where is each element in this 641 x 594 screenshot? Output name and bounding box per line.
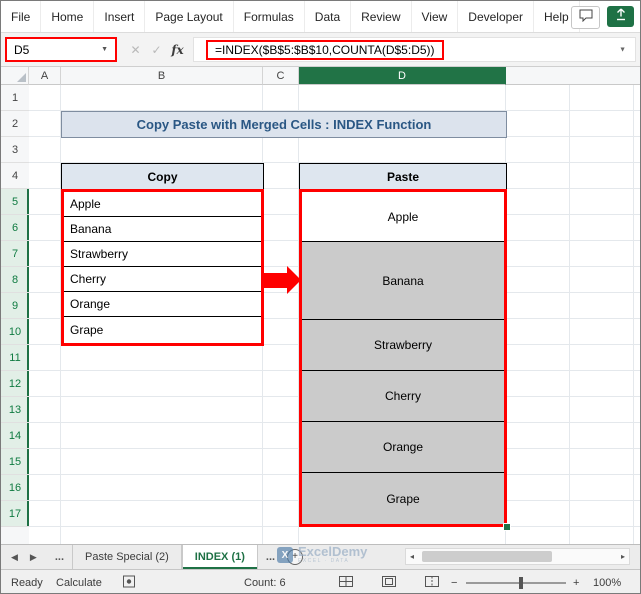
worksheet-title-cell[interactable]: Copy Paste with Merged Cells : INDEX Fun… bbox=[61, 111, 507, 138]
row-header-gutter: 1 2 3 4 5 6 7 8 9 10 11 12 13 14 15 16 1… bbox=[1, 85, 29, 544]
column-header-b[interactable]: B bbox=[61, 67, 263, 85]
row-header-11[interactable]: 11 bbox=[1, 345, 29, 371]
status-calculate: Calculate bbox=[56, 576, 102, 589]
zoom-slider-thumb[interactable] bbox=[519, 577, 523, 589]
enter-icon[interactable]: ✓ bbox=[146, 43, 167, 57]
paste-range-red-annotation: Apple Banana Strawberry Cherry Orange Gr… bbox=[299, 189, 507, 527]
row-header-4[interactable]: 4 bbox=[1, 163, 29, 189]
new-sheet-button[interactable]: + bbox=[287, 545, 304, 569]
gridline-vertical bbox=[569, 85, 570, 544]
sheet-tabs-overflow-left[interactable]: ... bbox=[47, 545, 72, 569]
row-header-17[interactable]: 17 bbox=[1, 501, 29, 527]
zoom-in-button[interactable]: + bbox=[573, 577, 579, 589]
row-header-1[interactable]: 1 bbox=[1, 85, 29, 111]
formula-bar-expand-chevron-icon[interactable]: ▼ bbox=[619, 46, 626, 53]
ribbon-tab-file[interactable]: File bbox=[1, 1, 42, 32]
row-header-13[interactable]: 13 bbox=[1, 397, 29, 423]
plus-icon: + bbox=[287, 549, 304, 565]
zoom-out-button[interactable]: − bbox=[451, 577, 457, 589]
merged-cell-d10[interactable]: Strawberry bbox=[302, 320, 504, 371]
cell-b8[interactable]: Cherry bbox=[64, 267, 261, 292]
name-box-value: D5 bbox=[14, 42, 30, 57]
ribbon-tab-page-layout[interactable]: Page Layout bbox=[145, 1, 234, 32]
ribbon-tab-developer[interactable]: Developer bbox=[458, 1, 534, 32]
red-arrow-annotation bbox=[264, 273, 287, 288]
ribbon-tab-view[interactable]: View bbox=[412, 1, 459, 32]
name-box-chevron-down-icon[interactable]: ▼ bbox=[101, 46, 108, 53]
column-header-blank bbox=[506, 67, 640, 85]
row-header-14[interactable]: 14 bbox=[1, 423, 29, 449]
ribbon-tab-home[interactable]: Home bbox=[41, 1, 95, 32]
copy-table-header-cell[interactable]: Copy bbox=[61, 163, 264, 190]
merged-cell-d7[interactable]: Banana bbox=[302, 242, 504, 320]
sheet-tabs-overflow-right[interactable]: ... bbox=[258, 545, 283, 569]
column-header-a[interactable]: A bbox=[29, 67, 61, 85]
row-header-5[interactable]: 5 bbox=[1, 189, 29, 215]
sheet-nav-prev-icon[interactable]: ◀ bbox=[11, 552, 18, 563]
fill-handle[interactable] bbox=[503, 523, 511, 531]
status-mode: Ready bbox=[11, 576, 43, 589]
row-header-2[interactable]: 2 bbox=[1, 111, 29, 137]
merged-cell-d5-active[interactable]: Apple bbox=[302, 192, 504, 242]
formula-bar: D5 ▼ ✕ ✓ fx =INDEX($B$5:$B$10,COUNTA(D$5… bbox=[1, 33, 640, 67]
worksheet-grid: A B C D 1 2 3 4 5 6 7 8 9 10 11 12 13 14… bbox=[1, 67, 640, 544]
view-page-break-icon[interactable] bbox=[425, 575, 439, 590]
scroll-left-icon[interactable]: ◂ bbox=[410, 552, 414, 561]
sheet-nav-next-icon[interactable]: ▶ bbox=[30, 552, 37, 563]
merged-cell-d14[interactable]: Orange bbox=[302, 422, 504, 473]
view-normal-icon[interactable] bbox=[339, 575, 353, 590]
scrollbar-thumb[interactable] bbox=[422, 551, 552, 562]
cell-b10[interactable]: Grape bbox=[64, 317, 261, 342]
comments-button[interactable] bbox=[571, 6, 600, 29]
excel-window: File Home Insert Page Layout Formulas Da… bbox=[0, 0, 641, 594]
macro-record-icon[interactable] bbox=[123, 575, 135, 590]
name-box[interactable]: D5 ▼ bbox=[5, 37, 117, 62]
cell-b6[interactable]: Banana bbox=[64, 217, 261, 242]
cell-b7[interactable]: Strawberry bbox=[64, 242, 261, 267]
ribbon-tab-bar: File Home Insert Page Layout Formulas Da… bbox=[1, 1, 640, 33]
sheet-tab-paste-special-2[interactable]: Paste Special (2) bbox=[72, 545, 182, 569]
status-count: Count: 6 bbox=[244, 576, 286, 589]
copy-range-red-annotation: Apple Banana Strawberry Cherry Orange Gr… bbox=[61, 189, 264, 346]
scroll-right-icon[interactable]: ▸ bbox=[621, 552, 625, 561]
column-header-c[interactable]: C bbox=[263, 67, 299, 85]
cell-b9[interactable]: Orange bbox=[64, 292, 261, 317]
row-header-6[interactable]: 6 bbox=[1, 215, 29, 241]
ribbon-tab-data[interactable]: Data bbox=[305, 1, 352, 32]
cancel-icon[interactable]: ✕ bbox=[125, 43, 146, 57]
sheet-tab-index-1-active[interactable]: INDEX (1) bbox=[181, 545, 258, 569]
select-all-triangle-icon bbox=[17, 73, 26, 82]
row-header-9[interactable]: 9 bbox=[1, 293, 29, 319]
gridline-vertical bbox=[633, 85, 634, 544]
insert-function-icon[interactable]: fx bbox=[167, 43, 188, 57]
select-all-corner[interactable] bbox=[1, 67, 29, 85]
row-header-16[interactable]: 16 bbox=[1, 475, 29, 501]
view-page-layout-icon[interactable] bbox=[382, 575, 396, 590]
formula-bar-buttons: ✕ ✓ fx bbox=[125, 37, 188, 62]
share-button[interactable] bbox=[607, 6, 634, 27]
ribbon-tab-review[interactable]: Review bbox=[351, 1, 412, 32]
row-header-3[interactable]: 3 bbox=[1, 137, 29, 163]
merged-cell-d16[interactable]: Grape bbox=[302, 473, 504, 524]
row-header-12[interactable]: 12 bbox=[1, 371, 29, 397]
speech-bubble-icon bbox=[579, 9, 593, 27]
formula-input[interactable]: =INDEX($B$5:$B$10,COUNTA(D$5:D5)) ▼ bbox=[193, 37, 636, 62]
share-up-arrow-icon bbox=[615, 8, 627, 26]
ribbon-tab-formulas[interactable]: Formulas bbox=[234, 1, 305, 32]
zoom-slider-track[interactable] bbox=[466, 582, 566, 584]
formula-text: =INDEX($B$5:$B$10,COUNTA(D$5:D5)) bbox=[206, 39, 444, 60]
column-header-d-selected[interactable]: D bbox=[299, 67, 506, 85]
ribbon-tab-insert[interactable]: Insert bbox=[94, 1, 146, 32]
row-header-10[interactable]: 10 bbox=[1, 319, 29, 345]
row-header-15[interactable]: 15 bbox=[1, 449, 29, 475]
row-header-7[interactable]: 7 bbox=[1, 241, 29, 267]
zoom-level[interactable]: 100% bbox=[593, 577, 621, 589]
status-bar: Ready Calculate Count: 6 − + 100% bbox=[1, 569, 640, 593]
paste-table-header-cell[interactable]: Paste bbox=[299, 163, 507, 190]
merged-cell-d12[interactable]: Cherry bbox=[302, 371, 504, 422]
row-header-8[interactable]: 8 bbox=[1, 267, 29, 293]
horizontal-scrollbar[interactable]: ◂ ▸ bbox=[405, 548, 630, 565]
cell-b5[interactable]: Apple bbox=[64, 192, 261, 217]
